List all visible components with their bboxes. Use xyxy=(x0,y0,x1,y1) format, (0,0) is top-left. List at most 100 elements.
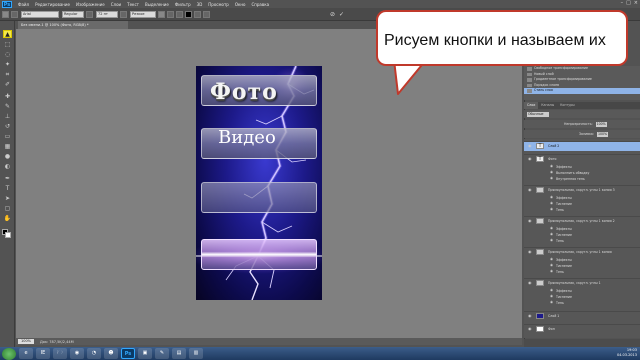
layer-row[interactable]: ◉ T Фото xyxy=(524,154,640,164)
button-plate-4[interactable] xyxy=(201,239,317,270)
layer-row[interactable]: ◉ T Слой 2 xyxy=(524,141,640,151)
warp-text-icon[interactable] xyxy=(194,10,201,18)
eye-icon[interactable]: ◉ xyxy=(528,187,532,192)
zoom-level-field[interactable]: 100% xyxy=(18,339,34,344)
shape-tool-icon[interactable]: ▢ xyxy=(3,205,12,213)
eye-icon[interactable]: ◉ xyxy=(550,269,553,273)
eye-icon[interactable]: ◉ xyxy=(528,143,532,148)
taskbar-app-icon[interactable]: ▣ xyxy=(138,348,152,359)
tab-channels[interactable]: Каналы xyxy=(538,102,557,109)
menu-type[interactable]: Текст xyxy=(127,2,139,7)
pen-tool-icon[interactable]: ✒ xyxy=(3,175,12,183)
layer-row[interactable]: ◉ Прямоугольник, скругл. углы 1 xyxy=(524,278,640,288)
taskbar-app-icon[interactable]: ◔ xyxy=(87,348,101,359)
eye-icon[interactable]: ◉ xyxy=(550,170,553,174)
tab-layers[interactable]: Слои xyxy=(524,102,539,109)
background-color-swatch[interactable] xyxy=(5,232,11,238)
eye-icon[interactable]: ◉ xyxy=(550,288,553,292)
taskbar-app-icon[interactable]: ▤ xyxy=(172,348,186,359)
layer-row[interactable]: ◉ Прямоугольник, скругл. углы 1 копия 3 xyxy=(524,185,640,195)
effect-row[interactable]: ◉ Тень xyxy=(524,300,640,306)
menu-3d[interactable]: 3D xyxy=(197,2,203,7)
menu-file[interactable]: Файл xyxy=(18,2,29,7)
lasso-tool-icon[interactable]: ◌ xyxy=(3,51,12,59)
menu-help[interactable]: Справка xyxy=(251,2,269,7)
close-icon[interactable]: × xyxy=(634,0,638,6)
menu-select[interactable]: Выделение xyxy=(145,2,169,7)
eye-icon[interactable]: ◉ xyxy=(550,226,553,230)
commit-icon[interactable]: ✓ xyxy=(339,11,346,18)
eye-icon[interactable]: ◉ xyxy=(550,238,553,242)
maximize-icon[interactable]: □ xyxy=(626,0,631,6)
menu-edit[interactable]: Редактирование xyxy=(35,2,70,7)
eye-icon[interactable]: ◉ xyxy=(528,156,532,161)
eye-icon[interactable]: ◉ xyxy=(550,207,553,211)
healing-tool-icon[interactable]: ✚ xyxy=(3,93,12,101)
brush-tool-icon[interactable]: ✎ xyxy=(3,103,12,111)
fill-field[interactable]: 100% xyxy=(596,131,609,137)
minimize-icon[interactable]: – xyxy=(621,0,624,6)
taskbar-photoshop-icon[interactable]: Ps xyxy=(121,348,135,359)
menu-filter[interactable]: Фильтр xyxy=(175,2,191,7)
move-tool-icon[interactable]: ▲ xyxy=(3,30,12,38)
font-family-select[interactable]: Arial xyxy=(21,10,59,18)
eye-icon[interactable]: ◉ xyxy=(550,164,553,168)
eye-icon[interactable]: ◉ xyxy=(550,263,553,267)
antialias-select[interactable]: Резкое xyxy=(130,10,156,18)
layer-row[interactable]: ◉ Фон xyxy=(524,324,640,334)
eye-icon[interactable]: ◉ xyxy=(550,195,553,199)
layer-row[interactable]: ◉ Прямоугольник, скругл. углы 1 копия xyxy=(524,247,640,257)
button-plate-3[interactable] xyxy=(201,182,317,213)
eye-icon[interactable]: ◉ xyxy=(528,249,532,254)
font-size-select[interactable]: 72 пт xyxy=(96,10,118,18)
effect-row[interactable]: ◉ Тень xyxy=(524,269,640,275)
document-canvas[interactable]: Фото Видео xyxy=(196,66,322,300)
history-item-active[interactable]: Стиль слоя xyxy=(524,88,640,94)
type-tool-icon[interactable]: T xyxy=(3,185,12,193)
taskbar-app-icon[interactable]: IE xyxy=(36,348,50,359)
start-button[interactable] xyxy=(2,347,16,360)
tab-paths[interactable]: Контуры xyxy=(557,102,578,109)
eye-icon[interactable]: ◉ xyxy=(528,313,532,318)
text-tool-preset-icon[interactable] xyxy=(2,10,9,18)
eraser-tool-icon[interactable]: ▭ xyxy=(3,133,12,141)
blur-tool-icon[interactable]: ● xyxy=(3,153,12,161)
hand-tool-icon[interactable]: ✋ xyxy=(3,215,12,223)
cancel-icon[interactable]: ⊘ xyxy=(330,11,337,18)
font-style-select[interactable]: Regular xyxy=(62,10,84,18)
eye-icon[interactable]: ◉ xyxy=(550,201,553,205)
eyedropper-tool-icon[interactable]: ✐ xyxy=(3,81,12,89)
system-clock[interactable]: 19:03 04.03.2013 xyxy=(617,348,637,358)
layer-row[interactable]: ◉ Прямоугольник, скругл. углы 1 копия 2 xyxy=(524,216,640,226)
gradient-tool-icon[interactable]: ▦ xyxy=(3,143,12,151)
taskbar-app-icon[interactable]: 🗁 xyxy=(53,348,67,359)
align-center-icon[interactable] xyxy=(167,10,174,18)
eye-icon[interactable]: ◉ xyxy=(528,280,532,285)
menu-image[interactable]: Изображение xyxy=(76,2,105,7)
stamp-tool-icon[interactable]: ⊥ xyxy=(3,113,12,121)
align-right-icon[interactable] xyxy=(176,10,183,18)
align-left-icon[interactable] xyxy=(158,10,165,18)
effect-row[interactable]: ◉ Внутренняя тень xyxy=(524,176,640,182)
menu-layers[interactable]: Слои xyxy=(111,2,121,7)
effect-row[interactable]: ◉ Тень xyxy=(524,207,640,213)
effect-row[interactable]: ◉ Тень xyxy=(524,238,640,244)
taskbar-app-icon[interactable]: ✎ xyxy=(155,348,169,359)
text-color-swatch[interactable] xyxy=(185,10,192,18)
eye-icon[interactable]: ◉ xyxy=(550,300,553,304)
text-orientation-icon[interactable] xyxy=(11,10,18,18)
menu-view[interactable]: Просмотр xyxy=(208,2,229,7)
dodge-tool-icon[interactable]: ◐ xyxy=(3,163,12,171)
document-tab[interactable]: Без имени-1 @ 100% (Фото, RGB/8) * xyxy=(18,21,128,29)
taskbar-app-icon[interactable]: ◉ xyxy=(70,348,84,359)
eye-icon[interactable]: ◉ xyxy=(550,294,553,298)
eye-icon[interactable]: ◉ xyxy=(550,232,553,236)
layer-kind-select[interactable]: Обычные xyxy=(527,111,549,117)
taskbar-app-icon[interactable]: ☻ xyxy=(104,348,118,359)
quick-select-tool-icon[interactable]: ✦ xyxy=(3,61,12,69)
crop-tool-icon[interactable]: ⌗ xyxy=(3,71,12,79)
eye-icon[interactable]: ◉ xyxy=(528,218,532,223)
layer-row[interactable]: ◉ Слой 1 xyxy=(524,311,640,321)
eye-icon[interactable]: ◉ xyxy=(550,176,553,180)
character-panel-icon[interactable] xyxy=(203,10,210,18)
